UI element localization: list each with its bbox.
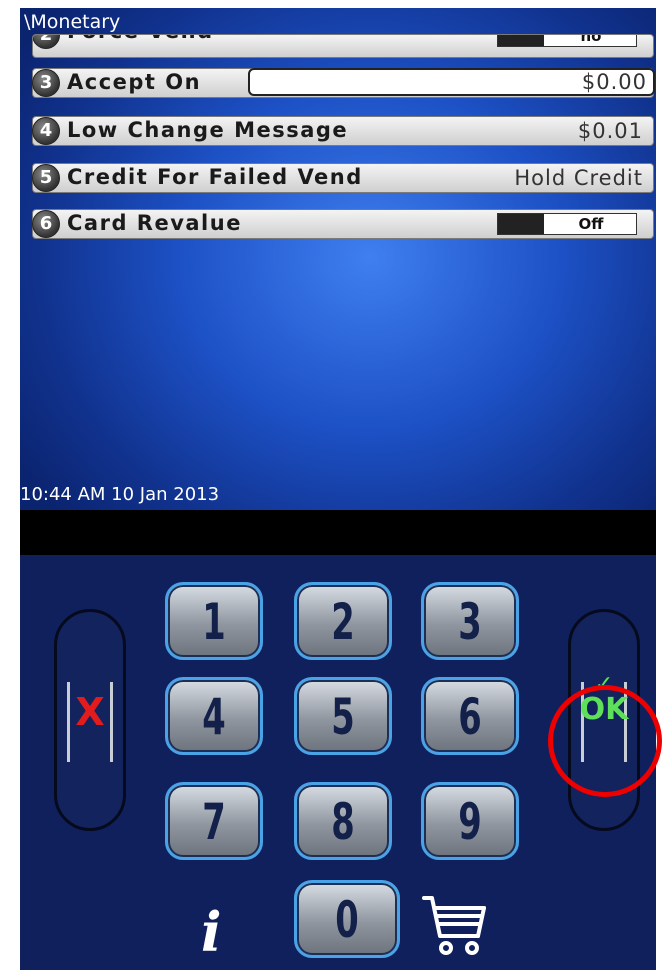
status-clock: 10:44 AM 10 Jan 2013: [20, 484, 220, 505]
key-digit: 6: [458, 688, 482, 746]
toggle-state: Off: [578, 215, 604, 233]
key-digit: 3: [458, 593, 482, 651]
setting-row-card-revalue[interactable]: 6 Card Revalue Off: [32, 209, 654, 239]
key-digit: 8: [331, 793, 355, 851]
key-digit: 4: [202, 688, 226, 746]
key-6[interactable]: 6: [421, 677, 519, 755]
row-number-badge: 6: [32, 210, 60, 238]
toggle-knob: [498, 35, 544, 46]
settings-screen: \Monetary 2 Force Vend no 3 Accept On $0…: [20, 8, 656, 510]
setting-row-force-vend[interactable]: 2 Force Vend no: [32, 34, 654, 58]
key-digit: 5: [331, 688, 355, 746]
card-revalue-toggle[interactable]: Off: [497, 213, 637, 235]
row-number-badge: 5: [32, 164, 60, 192]
force-vend-toggle[interactable]: no: [497, 34, 637, 47]
key-1[interactable]: 1: [165, 582, 263, 660]
cancel-button[interactable]: X: [54, 609, 126, 831]
key-9[interactable]: 9: [421, 782, 519, 860]
key-2[interactable]: 2: [294, 582, 392, 660]
highlight-circle: [548, 685, 662, 797]
breadcrumb: \Monetary: [24, 11, 121, 33]
setting-label: Accept On: [67, 70, 202, 94]
setting-row-low-change[interactable]: 4 Low Change Message $0.01: [32, 116, 654, 146]
setting-label: Force Vend: [67, 35, 214, 43]
key-4[interactable]: 4: [165, 677, 263, 755]
setting-label: Credit For Failed Vend: [67, 165, 363, 189]
info-icon[interactable]: i: [201, 900, 222, 964]
row-number-badge: 3: [32, 69, 60, 97]
row-number-badge: 2: [33, 35, 60, 49]
setting-value: Hold Credit: [514, 166, 643, 190]
setting-value: $0.01: [577, 119, 643, 143]
key-digit: 1: [202, 593, 226, 651]
cancel-x-icon: X: [75, 690, 105, 734]
toggle-knob: [498, 214, 544, 234]
accept-on-input[interactable]: $0.00: [248, 68, 655, 96]
key-digit: 2: [331, 593, 355, 651]
setting-label: Low Change Message: [67, 118, 349, 142]
accept-on-value: $0.00: [581, 70, 647, 94]
divider-bar: [20, 510, 656, 555]
key-digit: 0: [335, 891, 359, 949]
key-digit: 7: [202, 793, 226, 851]
toggle-state: no: [580, 34, 602, 45]
setting-row-accept-on[interactable]: 3 Accept On $0.00: [32, 68, 655, 98]
key-digit: 9: [458, 793, 482, 851]
key-0[interactable]: 0: [294, 880, 400, 958]
cart-icon[interactable]: [420, 892, 490, 960]
setting-row-credit-failed-vend[interactable]: 5 Credit For Failed Vend Hold Credit: [32, 163, 654, 193]
key-3[interactable]: 3: [421, 582, 519, 660]
row-number-badge: 4: [32, 117, 60, 145]
setting-label: Card Revalue: [67, 211, 242, 235]
key-7[interactable]: 7: [165, 782, 263, 860]
key-8[interactable]: 8: [294, 782, 392, 860]
key-5[interactable]: 5: [294, 677, 392, 755]
